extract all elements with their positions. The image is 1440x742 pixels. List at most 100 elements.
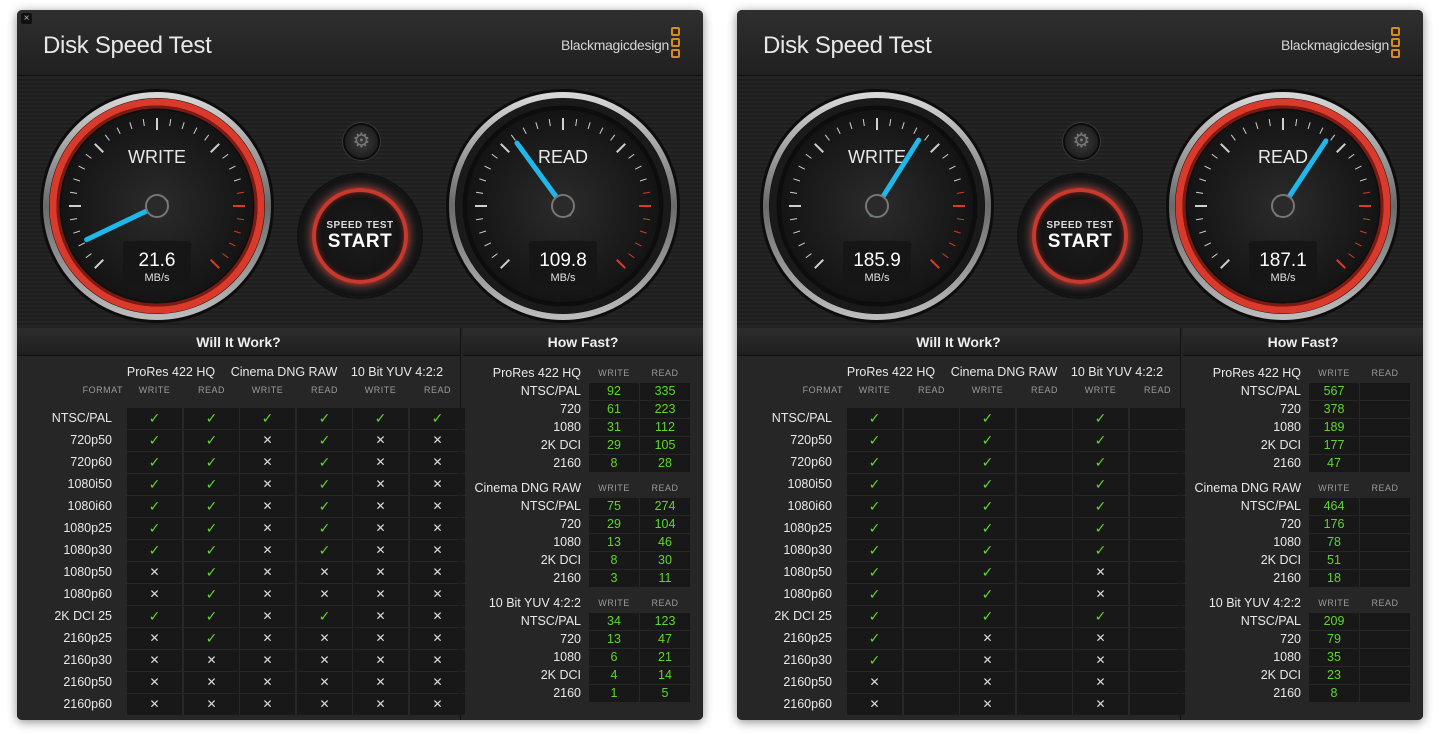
empty-cell: [1017, 452, 1072, 473]
write-header: WRITE: [598, 368, 630, 378]
cross-icon: ✕: [240, 430, 295, 451]
write-header: WRITE: [598, 598, 630, 608]
gauge-label: WRITE: [848, 147, 906, 167]
empty-cell: [1130, 672, 1185, 693]
check-icon: ✓: [127, 408, 182, 429]
empty-cell: [904, 452, 959, 473]
close-icon[interactable]: ×: [21, 13, 32, 24]
read-fps: [1360, 667, 1410, 684]
read-fps: 223: [640, 401, 690, 418]
start-button[interactable]: SPEED TEST START: [299, 175, 421, 297]
format-label: NTSC/PAL: [51, 411, 112, 425]
subcol-header: READ: [917, 385, 945, 395]
format-label: 1080p30: [783, 543, 832, 557]
check-icon: ✓: [297, 518, 352, 539]
format-row: 2K DCI 25 ✓ ✓ ✓: [749, 606, 1185, 628]
codec-header: Cinema DNG RAW: [950, 365, 1058, 379]
cross-icon: ✕: [1073, 628, 1128, 649]
cross-icon: ✕: [353, 606, 408, 627]
write-fps: 464: [1309, 498, 1359, 515]
brand-name: Blackmagicdesign: [560, 37, 669, 53]
resolution-label: 2160: [553, 456, 581, 470]
format-header: FORMAT: [802, 385, 843, 395]
cross-icon: ✕: [240, 518, 295, 539]
write-fps: 1: [589, 685, 639, 702]
subcol-header: READ: [1030, 385, 1058, 395]
start-button-subtitle: SPEED TEST: [326, 220, 394, 231]
cross-icon: ✕: [240, 628, 295, 649]
write-fps: 92: [589, 383, 639, 400]
blackmagic-logo-icon: [671, 27, 680, 60]
resolution-label: 2K DCI: [1260, 668, 1301, 682]
check-icon: ✓: [184, 628, 239, 649]
resolution-label: 1080: [553, 535, 581, 549]
cross-icon: ✕: [410, 430, 465, 451]
speed-row: 2K DCI 23: [1183, 667, 1423, 685]
format-row: 720p50 ✓ ✓ ✓: [749, 430, 1185, 452]
write-fps: 8: [589, 552, 639, 569]
cross-icon: ✕: [847, 694, 902, 715]
format-label: 720p50: [70, 433, 112, 447]
format-row: 1080i60 ✓ ✓ ✕ ✓ ✕ ✕: [29, 496, 465, 518]
check-icon: ✓: [847, 408, 902, 429]
resolution-label: 720: [1280, 517, 1301, 531]
write-fps: 3: [589, 570, 639, 587]
format-label: 1080i50: [787, 477, 833, 491]
write-fps: 23: [1309, 667, 1359, 684]
format-label: 1080i60: [67, 499, 113, 513]
cross-icon: ✕: [1073, 694, 1128, 715]
format-label: 1080p50: [783, 565, 832, 579]
gauges-panel: WRITE 185.9 MB/s READ 187.1 MB/s ⚙ SPEED TEST ST…: [737, 77, 1423, 327]
read-fps: 47: [640, 631, 690, 648]
settings-gear-icon[interactable]: ⚙: [343, 123, 380, 160]
check-icon: ✓: [847, 540, 902, 561]
write-fps: 13: [589, 631, 639, 648]
write-fps: 51: [1309, 552, 1359, 569]
check-icon: ✓: [240, 408, 295, 429]
how-fast-title: How Fast?: [463, 328, 703, 356]
cross-icon: ✕: [410, 628, 465, 649]
settings-gear-icon[interactable]: ⚙: [1063, 123, 1100, 160]
format-row: 2160p50 ✕ ✕ ✕ ✕ ✕ ✕: [29, 672, 465, 694]
speed-row: 2160 18: [1183, 570, 1423, 588]
format-label: 2K DCI 25: [54, 609, 112, 623]
speed-row: 2K DCI 8 30: [463, 552, 703, 570]
resolution-label: NTSC/PAL: [1240, 614, 1301, 628]
read-fps: 28: [640, 455, 690, 472]
check-icon: ✓: [127, 452, 182, 473]
format-row: 1080p60 ✕ ✓ ✕ ✕ ✕ ✕: [29, 584, 465, 606]
check-icon: ✓: [184, 496, 239, 517]
cross-icon: ✕: [353, 474, 408, 495]
check-icon: ✓: [127, 496, 182, 517]
format-row: 1080p25 ✓ ✓ ✓: [749, 518, 1185, 540]
codec-title: Cinema DNG RAW: [474, 481, 582, 495]
cross-icon: ✕: [240, 540, 295, 561]
window-header: Disk Speed Test Blackmagicdesign: [737, 10, 1423, 76]
check-icon: ✓: [847, 650, 902, 671]
check-icon: ✓: [184, 452, 239, 473]
speed-row: NTSC/PAL 209: [1183, 613, 1423, 631]
write-fps: 4: [589, 667, 639, 684]
will-it-work-title: Will It Work?: [17, 328, 460, 356]
start-button[interactable]: SPEED TEST START: [1019, 175, 1141, 297]
format-row: 1080p30 ✓ ✓ ✓: [749, 540, 1185, 562]
check-icon: ✓: [1073, 496, 1128, 517]
speed-row: NTSC/PAL 75 274: [463, 498, 703, 516]
codec-header: Cinema DNG RAW: [230, 365, 338, 379]
empty-cell: [1130, 430, 1185, 451]
check-icon: ✓: [1073, 540, 1128, 561]
write-fps: 31: [589, 419, 639, 436]
blackmagic-logo-icon: [1391, 27, 1400, 60]
speed-row: NTSC/PAL 567: [1183, 383, 1423, 401]
will-it-work-section: Will It Work? ProRes 422 HQ WRITE READ Cinem…: [737, 328, 1185, 720]
check-icon: ✓: [1073, 606, 1128, 627]
resolution-label: 720: [1280, 402, 1301, 416]
codec-header: 10 Bit YUV 4:2:2: [350, 365, 444, 379]
read-gauge: READ 109.8MB/s: [446, 89, 680, 323]
will-it-work-title: Will It Work?: [737, 328, 1180, 356]
cross-icon: ✕: [353, 562, 408, 583]
resolution-label: NTSC/PAL: [520, 384, 581, 398]
subcol-header: WRITE: [971, 385, 1004, 395]
app-title: Disk Speed Test: [763, 32, 932, 59]
format-label: 2K DCI 25: [774, 609, 832, 623]
